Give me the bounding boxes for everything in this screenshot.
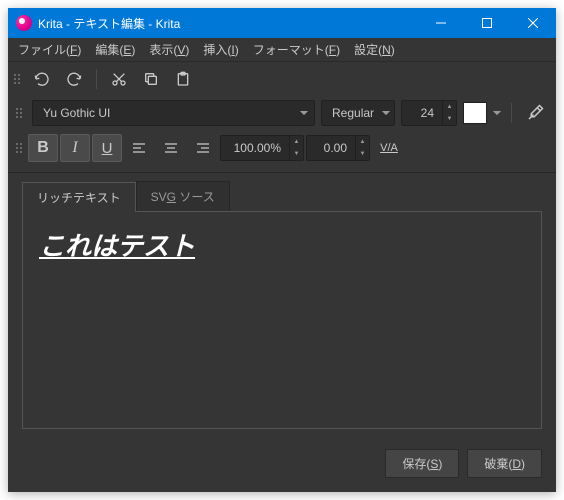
minimize-button[interactable] [418, 8, 464, 38]
toolbar-separator [511, 103, 512, 123]
align-center-button[interactable] [156, 134, 186, 162]
krita-app-icon [16, 15, 32, 31]
ratio-spinbox[interactable]: 100.00% ▲▼ [220, 135, 304, 161]
chevron-down-icon [374, 106, 390, 120]
text-canvas[interactable]: これはテスト [25, 214, 539, 394]
paste-button[interactable] [169, 66, 197, 92]
close-button[interactable] [510, 8, 556, 38]
kerning-button[interactable]: V/A [372, 134, 406, 162]
tab-rich-text[interactable]: リッチテキスト [22, 182, 136, 212]
copy-button[interactable] [137, 66, 165, 92]
font-family-combo[interactable]: Yu Gothic UI [32, 100, 315, 126]
menu-edit[interactable]: 編集(E) [89, 39, 141, 60]
font-family-value: Yu Gothic UI [43, 106, 292, 120]
font-size-value: 24 [402, 106, 442, 120]
toolbar-separator [96, 69, 97, 89]
toolbar-handle[interactable] [16, 137, 24, 159]
font-size-spinbox[interactable]: 24 ▲▼ [401, 100, 457, 126]
format-toolbar: B I U 100.00% ▲▼ 0.00 ▲▼ V/A [8, 130, 556, 173]
menu-file[interactable]: ファイル(F) [12, 39, 87, 60]
align-right-button[interactable] [188, 134, 218, 162]
content-area: リッチテキスト SVG ソース これはテスト [8, 173, 556, 439]
text-editor-window: Krita - テキスト編集 - Krita ファイル(F) 編集(E) 表示(… [8, 8, 556, 492]
toolbar-handle[interactable] [16, 102, 24, 124]
eyedropper-button[interactable] [522, 100, 548, 126]
spin-up-icon[interactable]: ▲ [290, 136, 303, 148]
save-button[interactable]: 保存(S) [385, 449, 459, 478]
redo-button[interactable] [60, 66, 88, 92]
menu-insert[interactable]: 挿入(I) [197, 39, 244, 60]
font-style-combo[interactable]: Regular [321, 100, 395, 126]
toolbar-handle[interactable] [14, 68, 22, 90]
spin-down-icon[interactable]: ▼ [290, 148, 303, 160]
window-title: Krita - テキスト編集 - Krita [38, 15, 418, 32]
main-toolbar [8, 62, 556, 96]
menu-view[interactable]: 表示(V) [143, 39, 195, 60]
chevron-down-icon [292, 106, 308, 120]
canvas-frame: これはテスト [22, 211, 542, 429]
spin-down-icon[interactable]: ▼ [443, 113, 456, 125]
underline-button[interactable]: U [92, 134, 122, 162]
bold-button[interactable]: B [28, 134, 58, 162]
maximize-button[interactable] [464, 8, 510, 38]
font-toolbar: Yu Gothic UI Regular 24 ▲▼ [8, 96, 556, 130]
align-left-button[interactable] [124, 134, 154, 162]
sample-text[interactable]: これはテスト [39, 226, 525, 263]
text-color-swatch[interactable] [463, 102, 487, 124]
menubar: ファイル(F) 編集(E) 表示(V) 挿入(I) フォーマット(F) 設定(N… [8, 38, 556, 62]
spacing-value: 0.00 [307, 141, 355, 155]
tab-bar: リッチテキスト SVG ソース [8, 173, 556, 211]
spin-up-icon[interactable]: ▲ [356, 136, 369, 148]
menu-format[interactable]: フォーマット(F) [247, 39, 346, 60]
discard-button[interactable]: 破棄(D) [467, 449, 542, 478]
font-style-value: Regular [332, 106, 374, 120]
undo-button[interactable] [28, 66, 56, 92]
cut-button[interactable] [105, 66, 133, 92]
spacing-spinbox[interactable]: 0.00 ▲▼ [306, 135, 370, 161]
titlebar[interactable]: Krita - テキスト編集 - Krita [8, 8, 556, 38]
menu-settings[interactable]: 設定(N) [348, 39, 401, 60]
italic-button[interactable]: I [60, 134, 90, 162]
dialog-footer: 保存(S) 破棄(D) [8, 439, 556, 492]
spin-down-icon[interactable]: ▼ [356, 148, 369, 160]
spin-up-icon[interactable]: ▲ [443, 101, 456, 113]
chevron-down-icon[interactable] [493, 104, 501, 122]
ratio-value: 100.00% [221, 141, 289, 155]
tab-svg-source[interactable]: SVG ソース [136, 181, 230, 211]
